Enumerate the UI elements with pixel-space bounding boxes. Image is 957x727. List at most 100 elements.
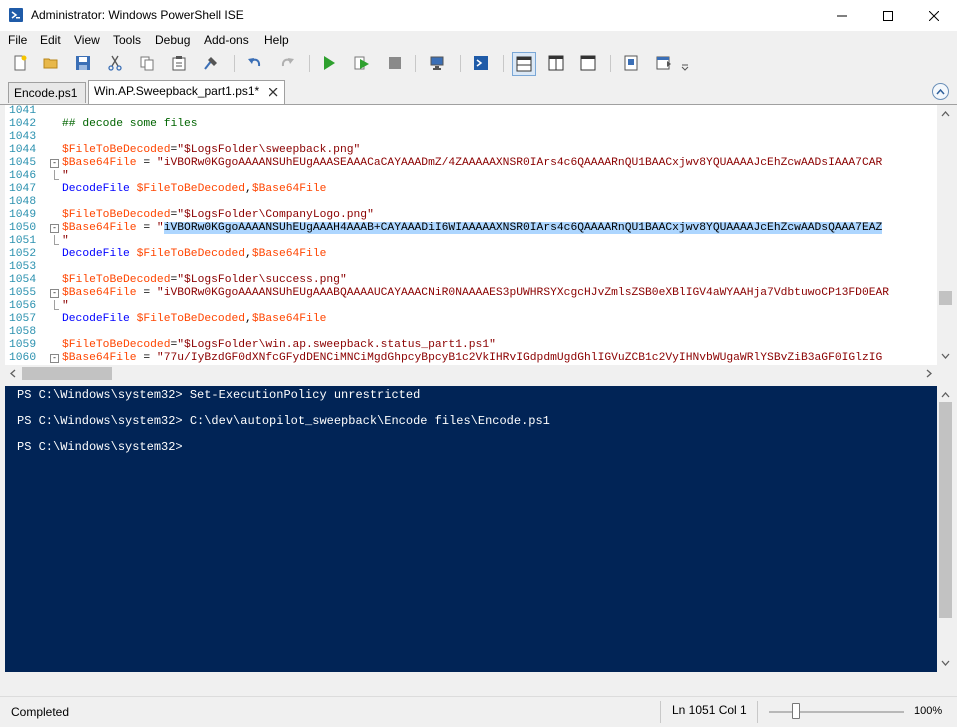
fold-guide (54, 170, 59, 180)
cut-icon (108, 55, 122, 71)
menu-addons[interactable]: Add-ons (204, 33, 249, 47)
code-line[interactable]: 1054 $FileToBeDecoded="$LogsFolder\succes… (5, 274, 937, 287)
code-token: " (156, 222, 164, 234)
status-divider (660, 701, 661, 723)
code-token: "iVBORw0KGgoAAAANSUhEUgAAABQAAAAUCAYAAAC… (156, 287, 890, 299)
console-vertical-scrollbar[interactable] (937, 386, 954, 672)
menu-edit[interactable]: Edit (40, 33, 61, 47)
toolbar-overflow-button[interactable] (678, 53, 692, 73)
show-command-window-icon (624, 55, 638, 71)
code-text: $FileToBeDecoded="$LogsFolder\CompanyLog… (62, 209, 374, 222)
minimize-button[interactable] (819, 0, 865, 31)
editor-horizontal-scrollbar[interactable] (5, 365, 937, 382)
tab-encode[interactable]: Encode.ps1 (8, 82, 86, 103)
code-text: $Base64File = "77u/IyBzdGF0dXNfcGFydDENC… (62, 352, 882, 365)
code-token: = (136, 352, 157, 364)
show-command-window-button[interactable] (621, 53, 641, 73)
show-command-addon-icon (656, 56, 671, 70)
show-script-max-button[interactable] (578, 53, 598, 73)
menu-file[interactable]: File (8, 33, 27, 47)
collapse-region-icon[interactable]: - (50, 354, 59, 363)
toolbar-separator (503, 55, 504, 72)
line-number: 1059 (9, 339, 37, 351)
code-line[interactable]: 1051 " (5, 235, 937, 248)
paste-button[interactable] (169, 53, 189, 73)
new-file-icon (14, 55, 27, 71)
chevron-up-icon (936, 88, 945, 95)
run-selection-button[interactable] (352, 53, 372, 73)
collapse-region-icon[interactable]: - (50, 159, 59, 168)
code-token: $Base64File (251, 183, 327, 195)
code-line[interactable]: 1052 DecodeFile $FileToBeDecoded,$Base64F… (5, 248, 937, 261)
show-script-right-button[interactable] (546, 53, 566, 73)
scroll-left-arrow-icon[interactable] (6, 365, 20, 382)
open-button[interactable] (41, 53, 61, 73)
script-editor[interactable]: 1041 1042 ## decode some files 1043 1044 $Fil… (5, 105, 937, 365)
code-token: " (62, 235, 69, 247)
code-line[interactable]: 1059 $FileToBeDecoded="$LogsFolder\win.ap… (5, 339, 937, 352)
maximize-button[interactable] (865, 0, 911, 31)
new-remote-tab-button[interactable] (427, 53, 447, 73)
code-line[interactable]: 1055 - $Base64File = "iVBORw0KGgoAAAANSUhE… (5, 287, 937, 300)
new-file-button[interactable] (10, 53, 30, 73)
line-number: 1042 (9, 118, 37, 130)
zoom-level: 100% (914, 705, 943, 717)
editor-vscroll-thumb[interactable] (939, 291, 952, 305)
menu-view[interactable]: View (74, 33, 100, 47)
zoom-slider-thumb[interactable] (792, 703, 800, 719)
code-line[interactable]: 1044 $FileToBeDecoded="$LogsFolder\sweepb… (5, 144, 937, 157)
open-folder-icon (43, 58, 58, 69)
scroll-up-arrow-icon[interactable] (937, 107, 954, 121)
collapse-region-icon[interactable]: - (50, 224, 59, 233)
code-line[interactable]: 1042 ## decode some files (5, 118, 937, 131)
status-bar: Completed Ln 1051 Col 1 100% (0, 696, 957, 727)
run-script-button[interactable] (319, 53, 339, 73)
show-script-top-button[interactable] (512, 52, 536, 76)
clear-console-button[interactable] (201, 53, 221, 73)
code-line[interactable]: 1058 (5, 326, 937, 339)
scroll-up-arrow-icon[interactable] (937, 388, 954, 402)
menu-help[interactable]: Help (264, 33, 289, 47)
undo-button[interactable] (245, 53, 265, 73)
copy-button[interactable] (137, 53, 157, 73)
code-line[interactable]: 1050 - $Base64File = "iVBORw0KGgoAAAANSUhE… (5, 222, 937, 235)
start-powershell-button[interactable] (471, 53, 491, 73)
zoom-slider-track[interactable] (769, 711, 904, 713)
save-button[interactable] (73, 53, 93, 73)
code-line[interactable]: 1045 - $Base64File = "iVBORw0KGgoAAAANSUhE… (5, 157, 937, 170)
cut-button[interactable] (105, 53, 125, 73)
tab-win-ap-sweepback[interactable]: Win.AP.Sweepback_part1.ps1* (88, 80, 285, 104)
code-line[interactable]: 1043 (5, 131, 937, 144)
line-number: 1052 (9, 248, 37, 260)
editor-vertical-scrollbar[interactable] (937, 105, 954, 365)
scroll-down-arrow-icon[interactable] (937, 349, 954, 363)
menu-debug[interactable]: Debug (155, 33, 190, 47)
close-tab-icon[interactable] (269, 88, 278, 97)
code-line[interactable]: 1060 - $Base64File = "77u/IyBzdGF0dXNfcGFy… (5, 352, 937, 365)
code-line[interactable]: 1049 $FileToBeDecoded="$LogsFolder\Compan… (5, 209, 937, 222)
code-line[interactable]: 1053 (5, 261, 937, 274)
title-bar: Administrator: Windows PowerShell ISE (0, 0, 957, 32)
collapse-region-icon[interactable]: - (50, 289, 59, 298)
code-line[interactable]: 1048 (5, 196, 937, 209)
console-vscroll-thumb[interactable] (939, 402, 952, 618)
code-line[interactable]: 1041 (5, 105, 937, 118)
show-command-addon-button[interactable] (654, 53, 674, 73)
redo-button[interactable] (277, 53, 297, 73)
scroll-down-arrow-icon[interactable] (937, 656, 954, 670)
code-line[interactable]: 1057 DecodeFile $FileToBeDecoded,$Base64F… (5, 313, 937, 326)
editor-hscroll-thumb[interactable] (22, 367, 112, 380)
collapse-script-pane-button[interactable] (932, 83, 949, 100)
code-line[interactable]: 1046 " (5, 170, 937, 183)
menu-tools[interactable]: Tools (113, 33, 141, 47)
code-text: " (62, 300, 69, 313)
code-line[interactable]: 1056 " (5, 300, 937, 313)
code-line[interactable]: 1047 DecodeFile $FileToBeDecoded,$Base64F… (5, 183, 937, 196)
console-pane[interactable]: PS C:\Windows\system32> Set-ExecutionPol… (5, 386, 937, 672)
stop-button[interactable] (385, 53, 405, 73)
scroll-right-arrow-icon[interactable] (922, 365, 936, 382)
selected-text: iVBORw0KGgoAAAANSUhEUgAAAH4AAAB+CAYAAADi… (163, 222, 883, 234)
script-tab-bar: Encode.ps1 Win.AP.Sweepback_part1.ps1* (0, 78, 957, 105)
close-button[interactable] (911, 0, 957, 31)
